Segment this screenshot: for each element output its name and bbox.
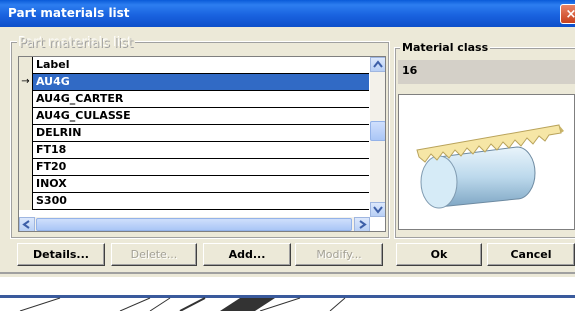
row-label: AU4G xyxy=(36,75,70,88)
row-label: FT18 xyxy=(36,143,67,156)
cancel-button-label: Cancel xyxy=(510,248,552,261)
add-button-label: Add... xyxy=(228,248,266,261)
right-arrow-icon xyxy=(359,220,367,229)
close-button[interactable]: × xyxy=(560,4,575,24)
material-class-value-text: 16 xyxy=(402,64,418,77)
down-arrow-icon xyxy=(373,206,383,214)
left-arrow-icon xyxy=(22,220,30,229)
material-class-label: Material class xyxy=(400,41,491,54)
ok-button[interactable]: Ok xyxy=(396,243,482,266)
horizontal-scroll-thumb[interactable] xyxy=(36,218,352,231)
scroll-up-button[interactable] xyxy=(370,57,385,72)
details-button[interactable]: Details... xyxy=(17,243,105,266)
vertical-scrollbar[interactable] xyxy=(370,57,385,217)
close-icon: × xyxy=(565,7,575,22)
background-drawing xyxy=(19,297,346,311)
dialog-bottom-edge xyxy=(0,272,575,274)
up-arrow-icon xyxy=(373,60,383,68)
table-row[interactable]: FT18 xyxy=(19,142,369,159)
delete-button-label: Delete... xyxy=(130,248,178,261)
background-window xyxy=(0,277,575,311)
row-label: FT20 xyxy=(36,160,67,173)
vertical-scroll-thumb[interactable] xyxy=(370,121,385,141)
title-bar[interactable]: Part materials list × xyxy=(0,0,575,27)
table-row[interactable]: → AU4G xyxy=(19,74,369,91)
table-row[interactable]: INOX xyxy=(19,176,369,193)
material-class-value: 16 xyxy=(398,60,575,84)
current-row-indicator-icon: → xyxy=(19,74,33,91)
table-row[interactable]: DELRIN xyxy=(19,125,369,142)
row-label: AU4G_CULASSE xyxy=(36,109,131,122)
row-label: INOX xyxy=(36,177,67,190)
row-label: S300 xyxy=(36,194,67,207)
table-row[interactable]: AU4G_CULASSE xyxy=(19,108,369,125)
add-button[interactable]: Add... xyxy=(203,243,291,266)
scroll-right-button[interactable] xyxy=(354,217,370,231)
material-preview xyxy=(398,94,575,230)
column-header-label[interactable]: Label xyxy=(36,57,70,73)
table-row[interactable]: S300 xyxy=(19,193,369,210)
table-row[interactable]: AU4G_CARTER xyxy=(19,91,369,108)
materials-list-group-label: Part materials list xyxy=(17,36,136,51)
modify-button-label: Modify... xyxy=(316,248,362,261)
cancel-button[interactable]: Cancel xyxy=(487,243,575,266)
materials-grid[interactable]: Label → AU4G AU4G_CARTER AU4G_CULASSE DE… xyxy=(18,56,386,232)
table-row[interactable]: FT20 xyxy=(19,159,369,176)
details-button-label: Details... xyxy=(33,248,89,261)
modify-button[interactable]: Modify... xyxy=(295,243,383,266)
grid-header-row: Label xyxy=(19,57,369,74)
horizontal-scrollbar[interactable] xyxy=(19,217,370,231)
scroll-left-button[interactable] xyxy=(19,217,35,231)
window-title: Part materials list xyxy=(8,6,130,20)
delete-button[interactable]: Delete... xyxy=(111,243,197,266)
saw-cutting-bar-icon xyxy=(416,124,564,209)
ok-button-label: Ok xyxy=(430,248,448,261)
row-label: AU4G_CARTER xyxy=(36,92,124,105)
row-label: DELRIN xyxy=(36,126,82,139)
scroll-down-button[interactable] xyxy=(370,202,385,217)
